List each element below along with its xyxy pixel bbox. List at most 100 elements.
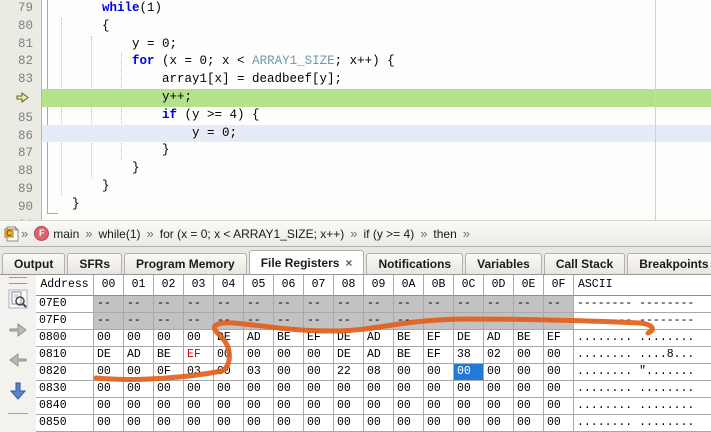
memory-cell[interactable]: 00 bbox=[124, 415, 154, 432]
code-line[interactable]: while(1) bbox=[42, 0, 711, 18]
memory-cell[interactable]: -- bbox=[184, 313, 214, 330]
code-line[interactable]: } bbox=[42, 178, 711, 196]
memory-cell[interactable]: -- bbox=[514, 296, 544, 313]
line-number[interactable]: 89 bbox=[0, 181, 41, 199]
memory-cell[interactable]: EF bbox=[304, 330, 334, 347]
memory-cell[interactable]: 00 bbox=[184, 415, 214, 432]
memory-cell[interactable]: BE bbox=[514, 330, 544, 347]
arrow-left-icon[interactable] bbox=[8, 351, 28, 374]
tab-output[interactable]: Output bbox=[2, 253, 66, 274]
memory-cell[interactable]: 00 bbox=[304, 398, 334, 415]
memory-cell[interactable]: EF bbox=[544, 330, 574, 347]
memory-cell[interactable]: 00 bbox=[514, 398, 544, 415]
memory-cell[interactable]: 00 bbox=[244, 398, 274, 415]
breadcrumb-item[interactable]: if (y >= 4) bbox=[359, 226, 420, 242]
memory-cell[interactable]: -- bbox=[154, 296, 184, 313]
memory-cell[interactable]: 00 bbox=[214, 381, 244, 398]
memory-cell[interactable]: 00 bbox=[184, 398, 214, 415]
memory-cell[interactable]: DE bbox=[334, 330, 364, 347]
column-header[interactable]: 06 bbox=[274, 275, 304, 296]
code-lines[interactable]: while(1) { y = 0; for (x = 0; x < ARRAY1… bbox=[42, 0, 711, 220]
memory-cell[interactable]: 00 bbox=[124, 330, 154, 347]
code-line[interactable]: array1[x] = deadbeef[y]; bbox=[42, 71, 711, 89]
memory-cell[interactable]: 00 bbox=[424, 381, 454, 398]
memory-cell[interactable]: 00 bbox=[304, 364, 334, 381]
memory-cell[interactable]: 00 bbox=[544, 415, 574, 432]
column-header[interactable]: 04 bbox=[214, 275, 244, 296]
tab-file-registers[interactable]: File Registers × bbox=[248, 250, 365, 274]
memory-cell[interactable]: -- bbox=[94, 296, 124, 313]
memory-cell[interactable]: 00 bbox=[274, 364, 304, 381]
memory-cell[interactable]: 00 bbox=[334, 398, 364, 415]
memory-cell[interactable]: BE bbox=[274, 330, 304, 347]
memory-cell[interactable]: 00 bbox=[394, 364, 424, 381]
memory-cell[interactable]: -- bbox=[214, 313, 244, 330]
code-line[interactable]: } bbox=[42, 160, 711, 178]
code-line[interactable]: for (x = 0; x < ARRAY1_SIZE; x++) { bbox=[42, 53, 711, 71]
tab-program-memory[interactable]: Program Memory bbox=[124, 253, 247, 274]
column-header[interactable]: 03 bbox=[184, 275, 214, 296]
arrow-right-icon[interactable] bbox=[8, 321, 28, 344]
memory-cell[interactable]: -- bbox=[544, 296, 574, 313]
memory-cell[interactable]: 00 bbox=[124, 381, 154, 398]
tab-close-icon[interactable]: × bbox=[345, 257, 352, 269]
memory-cell[interactable]: 00 bbox=[184, 330, 214, 347]
line-number[interactable]: 85 bbox=[0, 110, 41, 128]
arrow-down-icon[interactable] bbox=[8, 381, 28, 406]
memory-cell[interactable]: 00 bbox=[334, 415, 364, 432]
memory-cell[interactable]: 00 bbox=[214, 364, 244, 381]
memory-cell[interactable]: -- bbox=[184, 296, 214, 313]
memory-cell[interactable]: 00 bbox=[454, 364, 484, 381]
memory-cell[interactable]: 00 bbox=[454, 415, 484, 432]
memory-cell[interactable]: 00 bbox=[454, 398, 484, 415]
code-line[interactable]: { bbox=[42, 18, 711, 36]
c-file-icon[interactable]: C bbox=[4, 225, 20, 242]
memory-cell[interactable]: -- bbox=[154, 313, 184, 330]
memory-cell[interactable]: -- bbox=[454, 296, 484, 313]
column-header[interactable]: 05 bbox=[244, 275, 274, 296]
memory-cell[interactable]: 00 bbox=[124, 364, 154, 381]
line-number[interactable]: 82 bbox=[0, 53, 41, 71]
memory-cell[interactable]: -- bbox=[424, 296, 454, 313]
memory-cell[interactable]: 00 bbox=[304, 381, 334, 398]
memory-cell[interactable]: -- bbox=[124, 296, 154, 313]
memory-cell[interactable]: -- bbox=[484, 296, 514, 313]
memory-cell[interactable]: -- bbox=[124, 313, 154, 330]
line-number[interactable]: 80 bbox=[0, 18, 41, 36]
memory-cell[interactable]: -- bbox=[214, 296, 244, 313]
memory-cell[interactable]: -- bbox=[334, 296, 364, 313]
line-number[interactable]: 79 bbox=[0, 0, 41, 18]
memory-cell[interactable]: 00 bbox=[154, 398, 184, 415]
memory-cell[interactable]: 00 bbox=[214, 415, 244, 432]
memory-cell[interactable]: 00 bbox=[514, 381, 544, 398]
memory-cell[interactable]: -- bbox=[544, 313, 574, 330]
memory-cell[interactable]: 00 bbox=[94, 415, 124, 432]
column-header[interactable]: 0E bbox=[514, 275, 544, 296]
address-cell[interactable]: 07E0 bbox=[36, 296, 94, 313]
memory-cell[interactable]: AD bbox=[484, 330, 514, 347]
memory-cell[interactable]: 00 bbox=[514, 415, 544, 432]
column-header[interactable]: ASCII bbox=[574, 275, 711, 296]
memory-cell[interactable]: 00 bbox=[544, 347, 574, 364]
memory-cell[interactable]: -- bbox=[454, 313, 484, 330]
memory-cell[interactable]: EF bbox=[424, 330, 454, 347]
column-header[interactable]: 0D bbox=[484, 275, 514, 296]
memory-cell[interactable]: 00 bbox=[334, 381, 364, 398]
memory-cell[interactable]: 00 bbox=[274, 415, 304, 432]
memory-cell[interactable]: DE bbox=[454, 330, 484, 347]
memory-cell[interactable]: 00 bbox=[544, 364, 574, 381]
code-line[interactable]: y = 0; bbox=[42, 36, 711, 54]
memory-cell[interactable]: 00 bbox=[304, 415, 334, 432]
memory-cell[interactable]: BE bbox=[394, 347, 424, 364]
memory-cell[interactable]: 00 bbox=[364, 398, 394, 415]
address-cell[interactable]: 07F0 bbox=[36, 313, 94, 330]
address-cell[interactable]: 0810 bbox=[36, 347, 94, 364]
column-header[interactable]: 0A bbox=[394, 275, 424, 296]
memory-cell[interactable]: -- bbox=[304, 296, 334, 313]
memory-cell[interactable]: 00 bbox=[544, 381, 574, 398]
memory-cell[interactable]: DE bbox=[334, 347, 364, 364]
memory-cell[interactable]: 00 bbox=[184, 381, 214, 398]
memory-cell[interactable]: -- bbox=[334, 313, 364, 330]
breadcrumb-item[interactable]: Fmain bbox=[29, 225, 84, 242]
memory-cell[interactable]: 38 bbox=[454, 347, 484, 364]
